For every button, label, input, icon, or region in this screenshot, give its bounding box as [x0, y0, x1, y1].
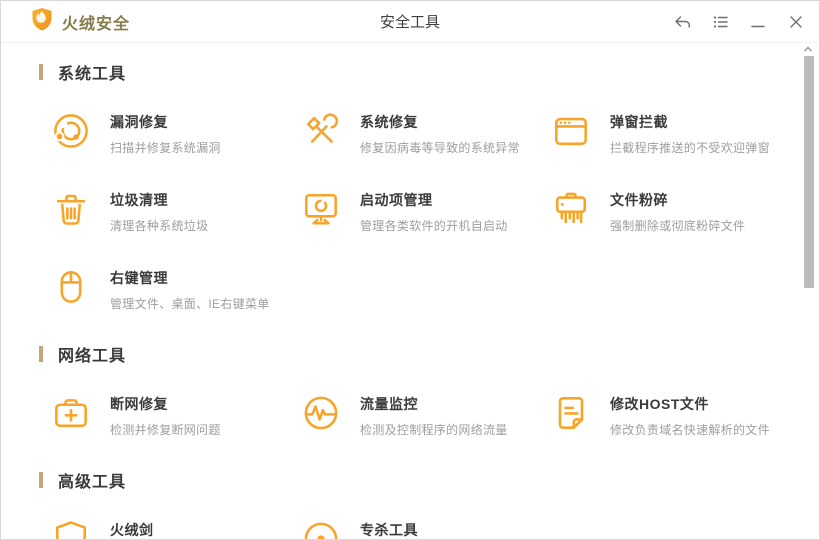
vulnerability-scan-icon: [49, 109, 93, 153]
tool-title: 垃圾清理: [110, 192, 168, 208]
minimize-icon[interactable]: [749, 13, 767, 31]
tool-subtitle: 扫描并修复系统漏洞: [110, 141, 221, 155]
section-bar: [39, 346, 43, 362]
tool-title: 文件粉碎: [610, 192, 668, 208]
first-aid-kit-icon: [49, 391, 93, 435]
advanced-tools-grid: 火绒剑 专杀工具: [49, 517, 819, 539]
tool-subtitle: 管理各类软件的开机自启动: [360, 219, 508, 233]
titlebar: 火绒安全 安全工具: [1, 1, 819, 43]
section-bar: [39, 472, 43, 488]
monitor-startup-icon: [299, 187, 343, 231]
shield-flame-logo-icon: [31, 7, 53, 36]
tool-title: 流量监控: [360, 396, 418, 412]
close-icon[interactable]: [787, 13, 805, 31]
tool-title: 弹窗拦截: [610, 114, 668, 130]
brand: 火绒安全: [31, 7, 130, 36]
section-network-tools: 网络工具: [39, 343, 819, 365]
app-window: 火绒安全 安全工具 系统工具 漏洞修复 扫描并修复系统漏洞 系统修复 修复因病毒…: [0, 0, 820, 540]
repair-tools-icon: [299, 109, 343, 153]
tool-item-junk-clean[interactable]: 垃圾清理 清理各种系统垃圾: [49, 187, 299, 235]
tool-subtitle: 管理文件、桌面、IE右键菜单: [110, 297, 270, 311]
shredder-icon: [549, 187, 593, 231]
tool-item-network-repair[interactable]: 断网修复 检测并修复断网问题: [49, 391, 299, 439]
tool-title: 专杀工具: [360, 522, 418, 538]
trash-icon: [49, 187, 93, 231]
tool-subtitle: 修复因病毒等导致的系统异常: [360, 141, 520, 155]
scrollbar-thumb[interactable]: [804, 56, 814, 288]
back-icon[interactable]: [673, 13, 691, 31]
popup-window-icon: [549, 109, 593, 153]
tool-item-special-killer[interactable]: 专杀工具: [299, 517, 549, 539]
system-tools-grid: 漏洞修复 扫描并修复系统漏洞 系统修复 修复因病毒等导致的系统异常 弹窗拦截 拦…: [49, 109, 819, 313]
tool-item-popup-blocker[interactable]: 弹窗拦截 拦截程序推送的不受欢迎弹窗: [549, 109, 811, 157]
tool-subtitle: 检测及控制程序的网络流量: [360, 423, 508, 437]
tool-subtitle: 清理各种系统垃圾: [110, 219, 209, 233]
tool-title: 右键管理: [110, 270, 168, 286]
section-system-tools: 系统工具: [39, 61, 819, 83]
section-label: 网络工具: [58, 348, 127, 365]
scrollbar-up-arrow[interactable]: [803, 45, 813, 53]
tool-title: 启动项管理: [360, 192, 433, 208]
tool-item-vulnerability-fix[interactable]: 漏洞修复 扫描并修复系统漏洞: [49, 109, 299, 157]
section-label: 系统工具: [58, 66, 127, 83]
tool-title: 系统修复: [360, 114, 418, 130]
tool-item-huorong-sword[interactable]: 火绒剑: [49, 517, 299, 539]
section-advanced-tools: 高级工具: [39, 469, 819, 491]
tool-item-startup-manager[interactable]: 启动项管理 管理各类软件的开机自启动: [299, 187, 549, 235]
mouse-icon: [49, 265, 93, 309]
tool-subtitle: 修改负责域名快速解析的文件: [610, 423, 770, 437]
tool-title: 断网修复: [110, 396, 168, 412]
tools-panel: 系统工具 漏洞修复 扫描并修复系统漏洞 系统修复 修复因病毒等导致的系统异常 弹…: [1, 43, 819, 539]
network-tools-grid: 断网修复 检测并修复断网问题 流量监控 检测及控制程序的网络流量 修改HOST文…: [49, 391, 819, 439]
tool-subtitle: 强制删除或彻底粉碎文件: [610, 219, 746, 233]
target-circle-icon: [299, 517, 343, 539]
titlebar-actions: [673, 13, 805, 31]
section-label: 高级工具: [58, 474, 127, 491]
tool-title: 修改HOST文件: [610, 396, 709, 412]
section-bar: [39, 64, 43, 80]
document-file-icon: [549, 391, 593, 435]
tool-title: 火绒剑: [110, 522, 154, 538]
tool-subtitle: 拦截程序推送的不受欢迎弹窗: [610, 141, 770, 155]
tool-subtitle: 检测并修复断网问题: [110, 423, 221, 437]
pulse-gauge-icon: [299, 391, 343, 435]
tool-item-context-menu-manager[interactable]: 右键管理 管理文件、桌面、IE右键菜单: [49, 265, 299, 313]
brand-name: 火绒安全: [62, 15, 131, 33]
tool-item-file-shredder[interactable]: 文件粉碎 强制删除或彻底粉碎文件: [549, 187, 811, 235]
tool-item-host-file-editor[interactable]: 修改HOST文件 修改负责域名快速解析的文件: [549, 391, 811, 439]
shield-icon: [49, 517, 93, 539]
tool-item-system-repair[interactable]: 系统修复 修复因病毒等导致的系统异常: [299, 109, 549, 157]
menu-list-icon[interactable]: [711, 13, 729, 31]
tool-title: 漏洞修复: [110, 114, 168, 130]
tool-item-traffic-monitor[interactable]: 流量监控 检测及控制程序的网络流量: [299, 391, 549, 439]
